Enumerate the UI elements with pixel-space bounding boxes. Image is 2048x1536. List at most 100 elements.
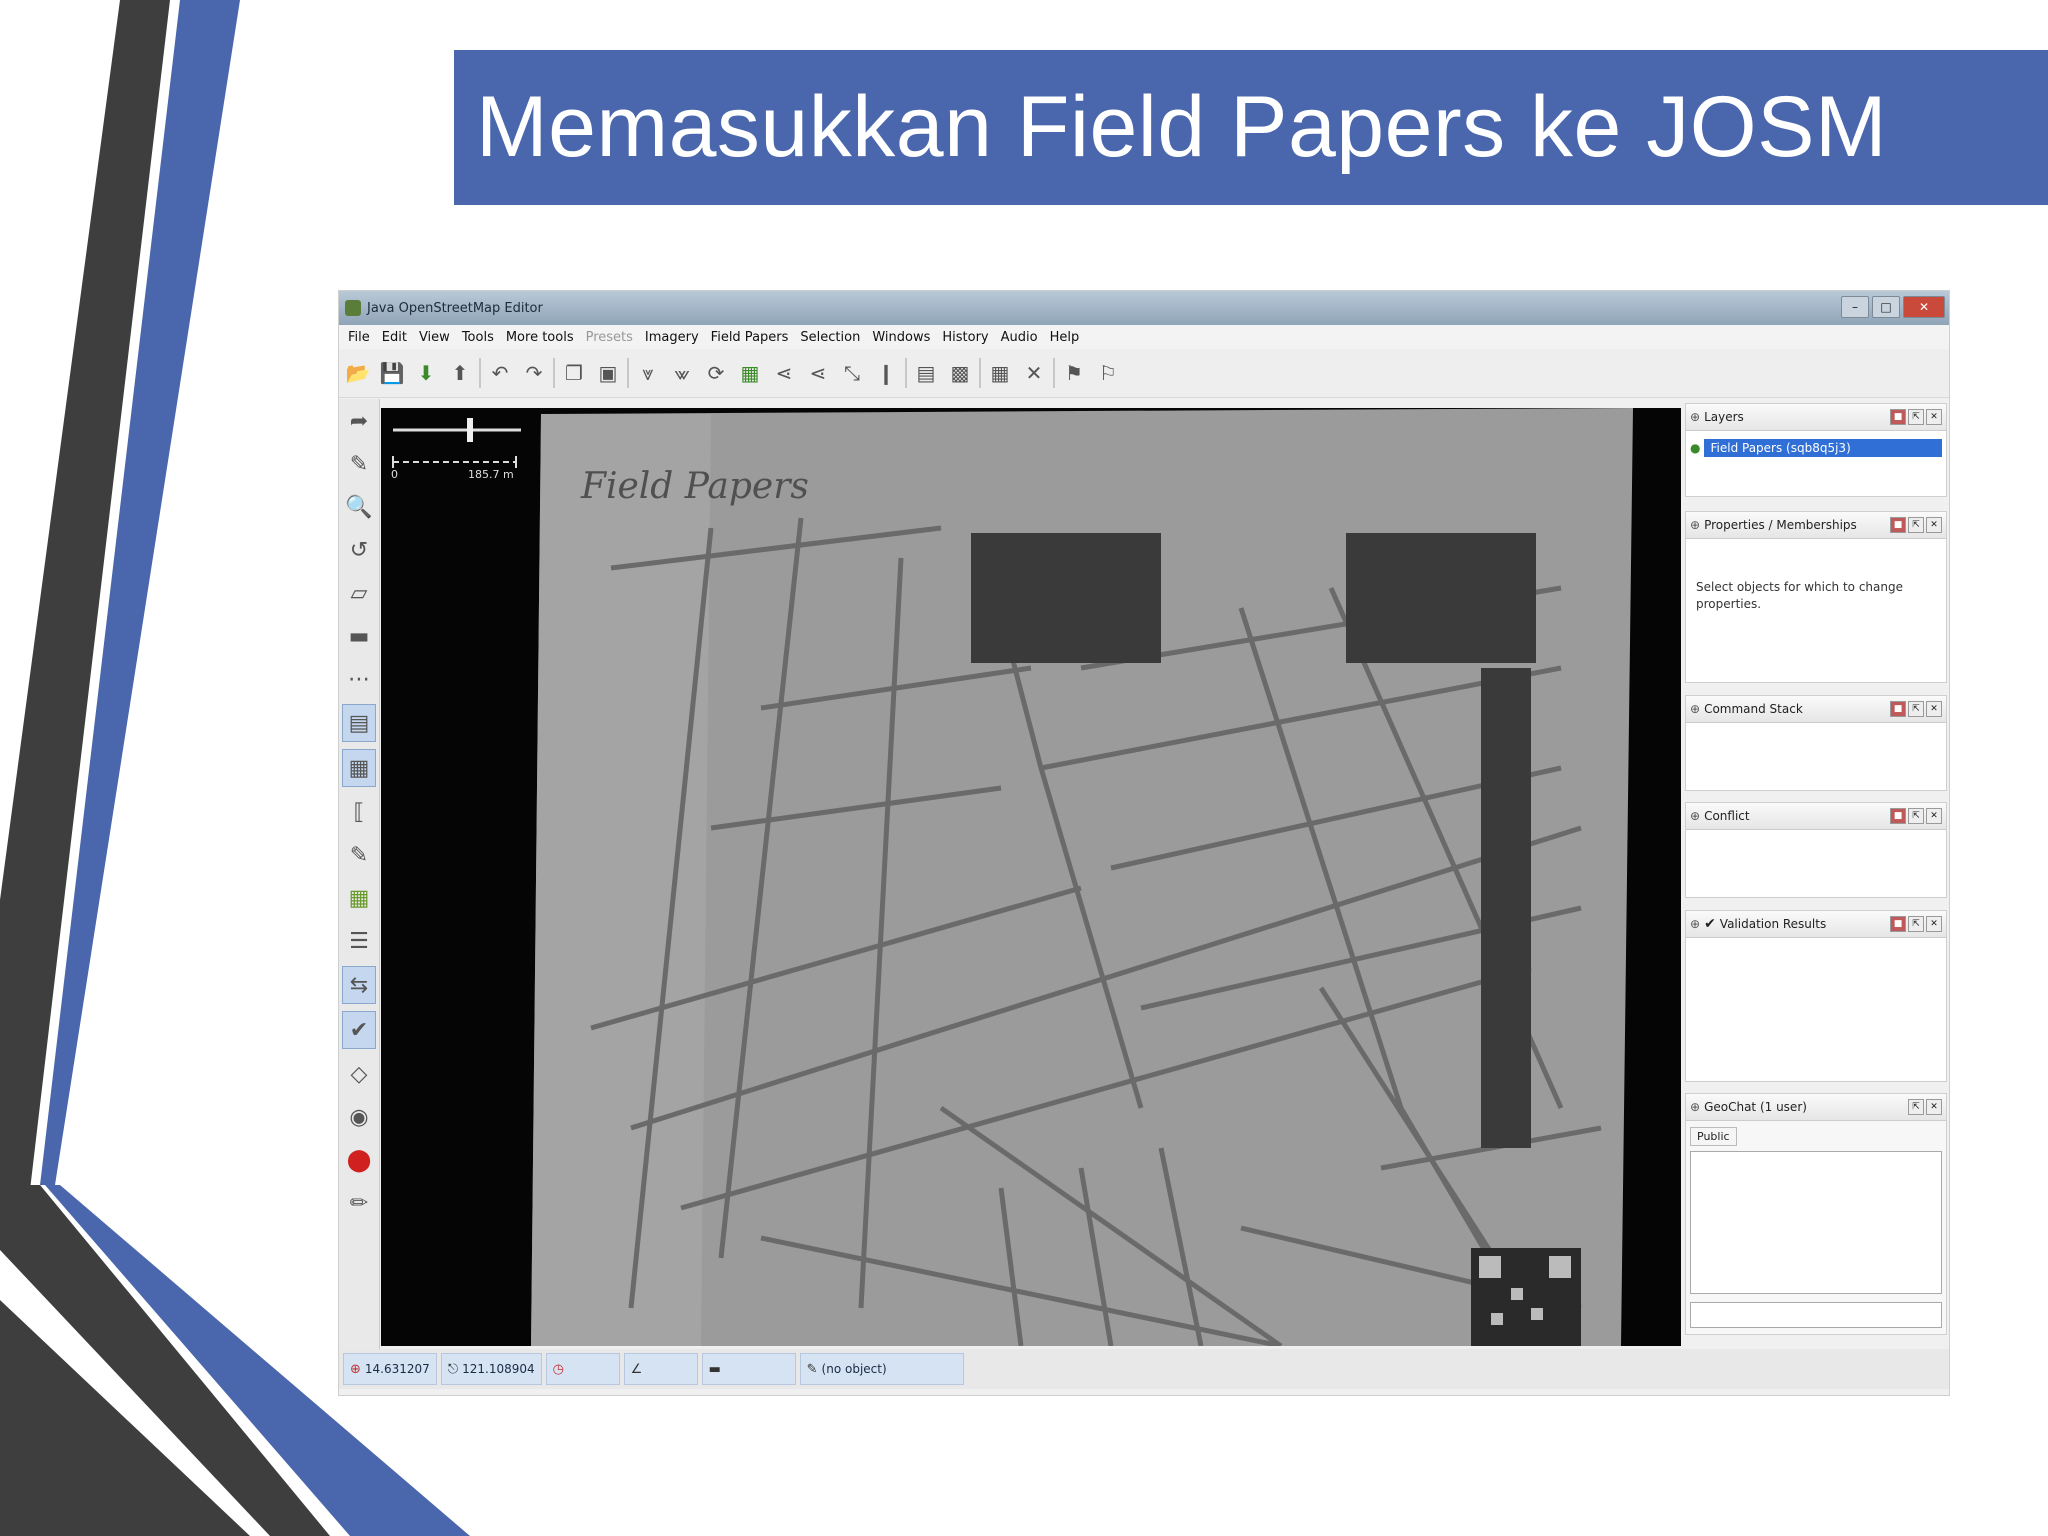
- layers-panel-header[interactable]: ⊕ Layers ■ ⇱ ✕: [1686, 404, 1946, 431]
- selection-value: (no object): [821, 1362, 887, 1376]
- draw-tool-icon[interactable]: ✎: [343, 446, 375, 482]
- menu-selection[interactable]: Selection: [795, 330, 865, 345]
- download-icon[interactable]: ⬇: [411, 357, 441, 389]
- imagery-icon[interactable]: ⋯: [343, 661, 375, 697]
- properties-panel-header[interactable]: ⊕ Properties / Memberships ■ ⇱ ✕: [1686, 512, 1946, 539]
- status-bar: ⊕ 14.631207 ⎋ 121.108904 ◷ ∠ ▬ ✎ (no obj…: [339, 1349, 1949, 1389]
- close-panel-icon[interactable]: ✕: [1926, 916, 1942, 932]
- select-icon[interactable]: ▦: [735, 357, 765, 389]
- geochat-toggle-icon[interactable]: ⇆: [342, 966, 376, 1004]
- measure-flag-icon[interactable]: ⚐: [1093, 357, 1123, 389]
- tag-icon[interactable]: ◇: [343, 1056, 375, 1092]
- flag-icon[interactable]: ⚑: [1059, 357, 1089, 389]
- menu-view[interactable]: View: [414, 330, 455, 345]
- delete-panel-icon[interactable]: ■: [1890, 808, 1906, 824]
- filter-icon[interactable]: ☰: [343, 923, 375, 959]
- menu-help[interactable]: Help: [1045, 330, 1085, 345]
- improve-way-icon[interactable]: ▱: [343, 575, 375, 611]
- menu-imagery[interactable]: Imagery: [640, 330, 704, 345]
- panel-buttons: ■ ⇱ ✕: [1890, 916, 1942, 932]
- select-tool-icon[interactable]: ➦: [343, 403, 375, 439]
- visibility-icon[interactable]: ●: [1690, 441, 1700, 455]
- menu-history[interactable]: History: [937, 330, 993, 345]
- detach-icon[interactable]: ⇱: [1908, 701, 1924, 717]
- geochat-tab-public[interactable]: Public: [1690, 1127, 1737, 1146]
- close-button[interactable]: ✕: [1903, 296, 1945, 318]
- command-stack-icon[interactable]: ⟦: [343, 794, 375, 830]
- menu-more-tools[interactable]: More tools: [501, 330, 579, 345]
- detach-icon[interactable]: ⇱: [1908, 517, 1924, 533]
- menu-audio[interactable]: Audio: [996, 330, 1043, 345]
- print-icon[interactable]: ▤: [911, 357, 941, 389]
- collapse-icon[interactable]: ⊕: [1690, 1100, 1700, 1114]
- menu-presets[interactable]: Presets: [581, 330, 638, 345]
- close-icon[interactable]: ✕: [1019, 357, 1049, 389]
- close-panel-icon[interactable]: ✕: [1926, 409, 1942, 425]
- close-panel-icon[interactable]: ✕: [1926, 808, 1942, 824]
- collapse-icon[interactable]: ⊕: [1690, 410, 1700, 424]
- delete-panel-icon[interactable]: ■: [1890, 517, 1906, 533]
- delete-tool-icon[interactable]: ↺: [343, 532, 375, 568]
- properties-hint: Select objects for which to change prope…: [1696, 580, 1903, 611]
- map-view[interactable]: 0 185.7 m Field Papers: [381, 408, 1681, 1346]
- layer-item[interactable]: ● Field Papers (sqb8q5j3): [1690, 437, 1942, 459]
- delete-panel-icon[interactable]: ■: [1890, 701, 1906, 717]
- parallel-icon[interactable]: ▬: [343, 618, 375, 654]
- geochat-input[interactable]: [1690, 1302, 1942, 1328]
- command-stack-header[interactable]: ⊕ Command Stack ■ ⇱ ✕: [1686, 696, 1946, 723]
- validation-header[interactable]: ⊕ ✔ Validation Results ■ ⇱ ✕: [1686, 911, 1946, 938]
- geochat-header[interactable]: ⊕ GeoChat (1 user) ⇱ ✕: [1686, 1094, 1946, 1121]
- copy-icon[interactable]: ❐: [559, 357, 589, 389]
- map-icon[interactable]: ▦: [985, 357, 1015, 389]
- layers-toggle-icon[interactable]: ▤: [342, 704, 376, 742]
- validation-icon[interactable]: ✔: [342, 1011, 376, 1049]
- minimize-button[interactable]: –: [1841, 296, 1869, 318]
- open-icon[interactable]: 📂: [343, 357, 373, 389]
- align-icon[interactable]: ⋖: [769, 357, 799, 389]
- window-controls: – □ ✕: [1841, 296, 1945, 318]
- properties-toggle-icon[interactable]: ▦: [342, 749, 376, 787]
- stop-icon[interactable]: ⬤: [343, 1142, 375, 1178]
- undo-icon[interactable]: ↶: [485, 357, 515, 389]
- panel-buttons: ■ ⇱ ✕: [1890, 808, 1942, 824]
- detach-icon[interactable]: ⇱: [1908, 1099, 1924, 1115]
- menu-tools[interactable]: Tools: [457, 330, 499, 345]
- checkmark-icon: ✔: [1704, 916, 1716, 932]
- collapse-icon[interactable]: ⊕: [1690, 518, 1700, 532]
- geochat-messages[interactable]: [1690, 1151, 1942, 1294]
- zoom-tool-icon[interactable]: 🔍: [343, 489, 375, 525]
- conflict-header[interactable]: ⊕ Conflict ■ ⇱ ✕: [1686, 803, 1946, 830]
- close-panel-icon[interactable]: ✕: [1926, 517, 1942, 533]
- refresh-icon[interactable]: ⟳: [701, 357, 731, 389]
- notes-icon[interactable]: ◉: [343, 1099, 375, 1135]
- delete-icon[interactable]: ▩: [945, 357, 975, 389]
- validation-toggle-icon[interactable]: ▦: [343, 880, 375, 916]
- paste-icon[interactable]: ▣: [593, 357, 623, 389]
- split-icon[interactable]: ⩔: [633, 357, 663, 389]
- delete-panel-icon[interactable]: ■: [1890, 409, 1906, 425]
- menu-field-papers[interactable]: Field Papers: [706, 330, 794, 345]
- detach-icon[interactable]: ⇱: [1908, 808, 1924, 824]
- collapse-icon[interactable]: ⊕: [1690, 809, 1700, 823]
- collapse-icon[interactable]: ⊕: [1690, 702, 1700, 716]
- measure-icon[interactable]: ✏: [343, 1185, 375, 1221]
- detach-icon[interactable]: ⇱: [1908, 409, 1924, 425]
- redo-icon[interactable]: ↷: [519, 357, 549, 389]
- conflict-icon[interactable]: ✎: [343, 837, 375, 873]
- close-panel-icon[interactable]: ✕: [1926, 701, 1942, 717]
- detach-icon[interactable]: ⇱: [1908, 916, 1924, 932]
- distribute-icon[interactable]: ⋖: [803, 357, 833, 389]
- combine-icon[interactable]: ⩖: [667, 357, 697, 389]
- delete-panel-icon[interactable]: ■: [1890, 916, 1906, 932]
- pin-icon[interactable]: ❙: [871, 357, 901, 389]
- layer-item-label[interactable]: Field Papers (sqb8q5j3): [1704, 439, 1942, 457]
- upload-icon[interactable]: ⬆: [445, 357, 475, 389]
- maximize-button[interactable]: □: [1872, 296, 1900, 318]
- menu-windows[interactable]: Windows: [867, 330, 935, 345]
- save-icon[interactable]: 💾: [377, 357, 407, 389]
- menu-file[interactable]: File: [343, 330, 375, 345]
- menu-edit[interactable]: Edit: [377, 330, 412, 345]
- close-panel-icon[interactable]: ✕: [1926, 1099, 1942, 1115]
- collapse-icon[interactable]: ⊕: [1690, 917, 1700, 931]
- mirror-icon[interactable]: ⤡: [837, 357, 867, 389]
